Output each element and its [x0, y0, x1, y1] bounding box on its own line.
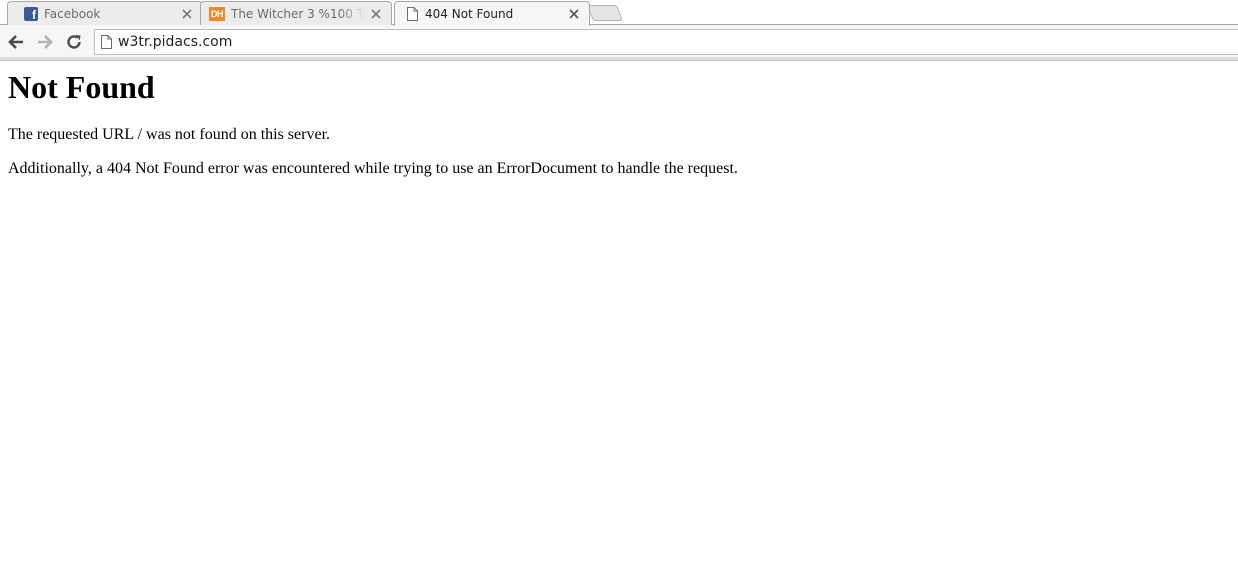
tab-facebook[interactable]: f Facebook	[7, 1, 203, 25]
address-bar[interactable]: w3tr.pidacs.com	[94, 29, 1238, 55]
forward-icon[interactable]	[35, 32, 55, 52]
tab-title: 404 Not Found	[425, 7, 514, 21]
close-icon[interactable]	[369, 7, 383, 21]
page-icon	[405, 7, 419, 21]
back-icon[interactable]	[6, 32, 26, 52]
page-icon	[101, 35, 112, 49]
close-icon[interactable]	[180, 7, 194, 21]
url-text[interactable]: w3tr.pidacs.com	[118, 34, 232, 50]
tab-404-not-found[interactable]: 404 Not Found	[394, 1, 590, 26]
browser-toolbar: w3tr.pidacs.com	[0, 25, 1238, 61]
page-content: Not Found The requested URL / was not fo…	[8, 61, 1230, 178]
tab-title: The Witcher 3 %100 Türkç	[231, 6, 365, 21]
close-icon[interactable]	[567, 7, 581, 21]
reload-icon[interactable]	[64, 32, 84, 52]
dh-favicon-icon: DH	[209, 6, 225, 21]
toolbar-divider	[0, 57, 1238, 60]
error-message: The requested URL / was not found on thi…	[8, 126, 331, 143]
tab-witcher[interactable]: DH The Witcher 3 %100 Türkç	[200, 1, 392, 25]
facebook-favicon-icon: f	[24, 6, 38, 21]
page-title: Not Found	[8, 69, 155, 105]
tab-title: Facebook	[44, 6, 101, 21]
tab-strip: f Facebook DH The Witcher 3 %100 Türkç 4…	[0, 0, 1238, 26]
error-detail: Additionally, a 404 Not Found error was …	[8, 160, 738, 177]
new-tab-button[interactable]	[587, 5, 623, 21]
